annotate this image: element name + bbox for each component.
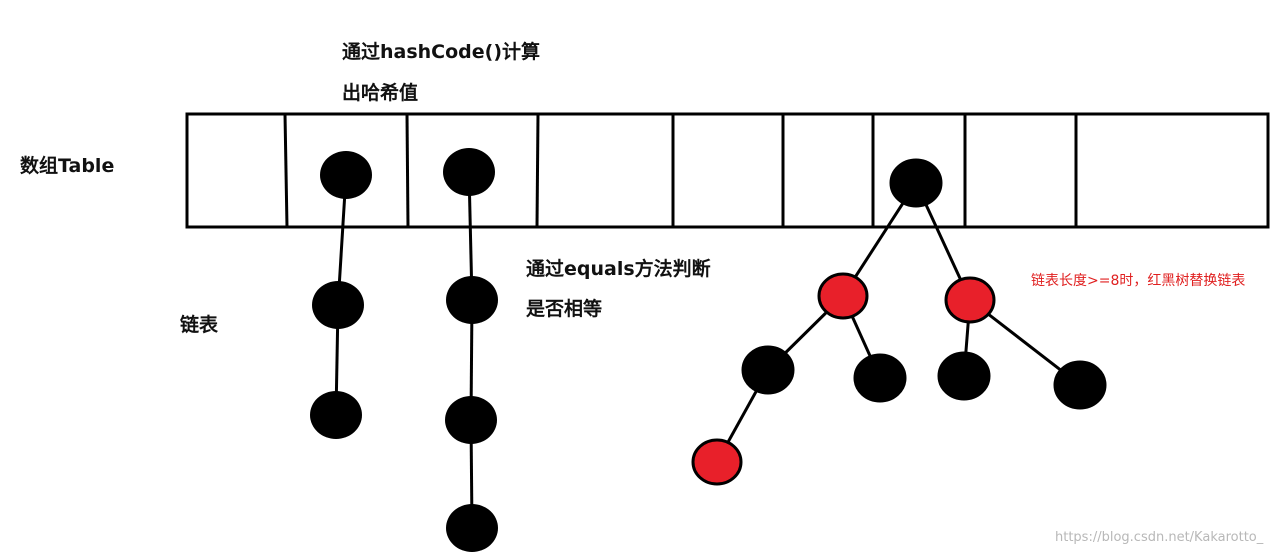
tree-node-black xyxy=(853,353,907,403)
linked-list-1-nodes xyxy=(310,151,372,439)
tree-node-black xyxy=(741,345,795,395)
equals-label-line1: 通过equals方法判断 xyxy=(526,258,711,280)
array-slot-divider xyxy=(535,113,540,228)
list-node xyxy=(446,276,498,324)
linked-list-2-edges xyxy=(467,171,474,529)
tree-node-red xyxy=(817,272,869,320)
list-node xyxy=(446,504,498,552)
red-black-tree-edges xyxy=(715,182,1081,463)
list-node xyxy=(443,148,495,196)
watermark: https://blog.csdn.net/Kakarotto_ xyxy=(1055,530,1264,545)
tree-node-red xyxy=(691,438,743,486)
linked-list-label: 链表 xyxy=(180,314,219,336)
array-slot-divider xyxy=(405,113,410,228)
tree-node-black xyxy=(889,158,943,208)
tree-node-black xyxy=(937,351,991,401)
list-node xyxy=(445,396,497,444)
array-table-label: 数组Table xyxy=(20,155,115,177)
list-node xyxy=(312,281,364,329)
hashcode-label-line2: 出哈希值 xyxy=(342,82,419,104)
array-slot-divider xyxy=(283,113,289,228)
list-node xyxy=(320,151,372,199)
equals-label-line2: 是否相等 xyxy=(526,298,603,320)
tree-threshold-note: 链表长度>=8时，红黑树替换链表 xyxy=(1031,273,1246,289)
hashcode-label-line1: 通过hashCode()计算 xyxy=(342,41,541,63)
tree-node-red xyxy=(944,276,996,324)
tree-node-black xyxy=(1053,360,1107,410)
list-node xyxy=(310,391,362,439)
